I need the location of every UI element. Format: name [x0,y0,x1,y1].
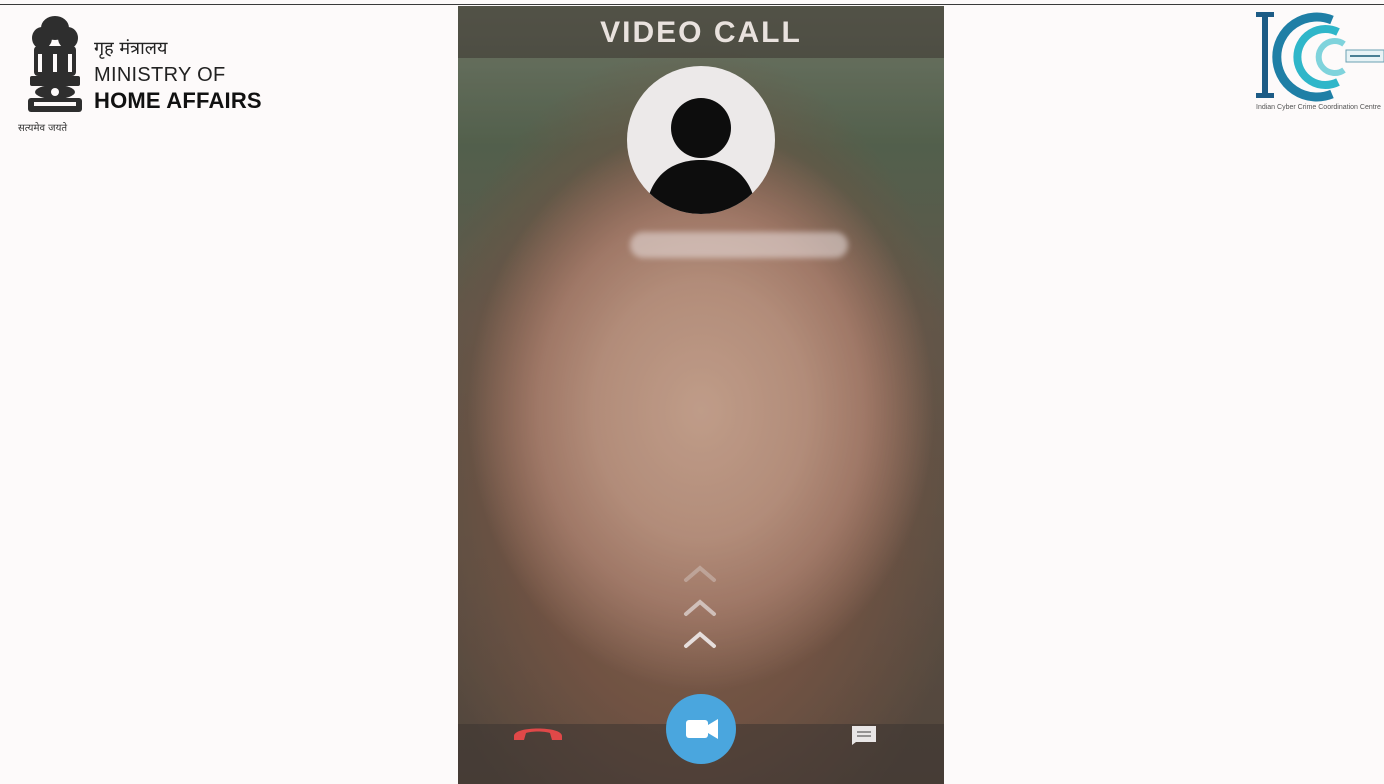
chevron-up-icon [684,631,716,648]
caller-avatar [627,66,775,214]
phone-hangup-icon[interactable] [508,718,568,744]
accept-video-button[interactable] [666,694,736,764]
ministry-logo: सत्यमेव जयते गृह मंत्रालय MINISTRY OF HO… [18,12,280,134]
video-call-screen: VIDEO CALL [458,6,944,784]
emblem-motto: सत्यमेव जयते [18,123,68,134]
i4c-logo: Indian Cyber Crime Coordination Centre [1254,10,1384,120]
i4c-caption: Indian Cyber Crime Coordination Centre [1256,104,1381,111]
national-emblem-icon [28,16,82,112]
ministry-name-line2: HOME AFFAIRS [94,88,262,113]
call-title: VIDEO CALL [600,16,802,49]
video-camera-icon [686,719,718,739]
message-icon[interactable] [850,724,878,746]
chevron-up-icon [684,565,716,582]
caller-name-redacted [630,232,848,258]
person-silhouette-icon [645,98,757,214]
ministry-hindi-name: गृह मंत्रालय [94,38,168,59]
i4c-emblem-icon [1256,12,1384,102]
chevron-up-icon [684,599,716,616]
top-divider [0,4,1384,5]
ministry-name-line1: MINISTRY OF [94,64,226,86]
